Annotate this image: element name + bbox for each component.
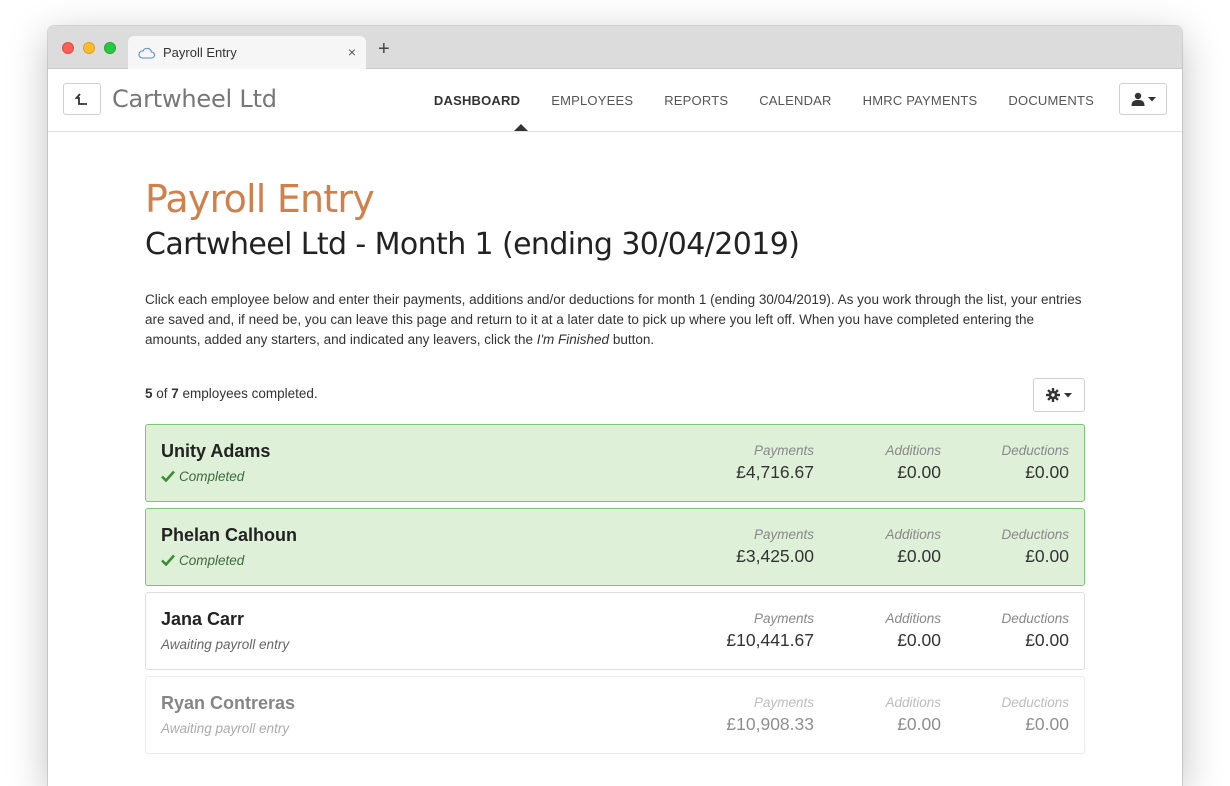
deductions-column: Deductions £0.00 — [1001, 443, 1069, 483]
additions-label: Additions — [885, 443, 941, 458]
back-button[interactable] — [63, 83, 101, 115]
employee-status: Completed — [161, 469, 244, 484]
additions-value: £0.00 — [897, 462, 941, 482]
additions-label: Additions — [885, 695, 941, 710]
browser-tab[interactable]: Payroll Entry × — [128, 36, 366, 69]
gear-icon — [1046, 388, 1060, 402]
main-nav: DASHBOARD EMPLOYEES REPORTS CALENDAR HMR… — [403, 69, 1094, 131]
check-icon — [161, 470, 175, 482]
page-title: Payroll Entry — [145, 177, 375, 221]
deductions-value: £0.00 — [1025, 546, 1069, 566]
employee-list: Unity Adams Completed Payments £4,716.67 … — [145, 424, 1085, 754]
employee-row[interactable]: Phelan Calhoun Completed Payments £3,425.… — [145, 508, 1085, 586]
payments-value: £3,425.00 — [736, 546, 814, 566]
employee-name: Ryan Contreras — [161, 693, 296, 713]
deductions-label: Deductions — [1001, 527, 1069, 542]
employee-status-text: Awaiting payroll entry — [161, 637, 290, 652]
employee-status: Completed — [161, 553, 244, 568]
payments-value: £10,441.67 — [726, 630, 814, 650]
payments-label: Payments — [753, 611, 814, 626]
additions-column: Additions £0.00 — [885, 695, 941, 735]
nav-dashboard[interactable]: DASHBOARD — [434, 93, 520, 108]
tab-title: Payroll Entry — [163, 45, 237, 60]
additions-value: £0.00 — [897, 714, 941, 734]
total-count: 7 — [171, 386, 179, 401]
employee-row[interactable]: Jana Carr Awaiting payroll entry Payment… — [145, 592, 1085, 670]
user-icon — [1131, 92, 1144, 106]
of-text: of — [152, 386, 172, 401]
chevron-down-icon — [1147, 96, 1156, 101]
nav-employees[interactable]: EMPLOYEES — [551, 93, 633, 108]
intro-text-end: button. — [609, 332, 655, 347]
payments-value: £10,908.33 — [726, 714, 814, 734]
check-icon — [161, 554, 175, 566]
upload-back-icon — [75, 93, 87, 105]
payments-label: Payments — [753, 695, 814, 710]
deductions-label: Deductions — [1001, 611, 1069, 626]
additions-label: Additions — [885, 527, 941, 542]
payments-label: Payments — [753, 527, 814, 542]
active-nav-indicator — [514, 124, 528, 131]
progress-row: 5 of 7 employees completed. — [145, 378, 1085, 412]
browser-window: Payroll Entry × + Cartwheel Ltd DASHBOAR… — [48, 26, 1182, 786]
deductions-value: £0.00 — [1025, 714, 1069, 734]
additions-column: Additions £0.00 — [885, 611, 941, 651]
main-content: Payroll Entry Cartwheel Ltd - Month 1 (e… — [145, 157, 1085, 760]
deductions-value: £0.00 — [1025, 462, 1069, 482]
deductions-column: Deductions £0.00 — [1001, 527, 1069, 567]
employee-name: Unity Adams — [161, 441, 271, 461]
additions-column: Additions £0.00 — [885, 443, 941, 483]
settings-dropdown-button[interactable] — [1033, 378, 1085, 412]
payments-value: £4,716.67 — [736, 462, 814, 482]
app-header: Cartwheel Ltd DASHBOARD EMPLOYEES REPORT… — [48, 69, 1182, 132]
employee-status-text: Completed — [179, 553, 245, 568]
tab-close-icon[interactable]: × — [348, 44, 356, 60]
browser-tab-bar: Payroll Entry × + — [48, 26, 1182, 69]
completion-status: 5 of 7 employees completed. — [145, 386, 318, 401]
deductions-label: Deductions — [1001, 443, 1069, 458]
additions-column: Additions £0.00 — [885, 527, 941, 567]
employee-name: Phelan Calhoun — [161, 525, 298, 545]
payments-column: Payments £10,908.33 — [726, 695, 814, 735]
completed-count: 5 — [145, 386, 153, 401]
cloud-icon — [138, 47, 155, 59]
minimize-window-button[interactable] — [83, 42, 95, 54]
company-name[interactable]: Cartwheel Ltd — [112, 85, 277, 113]
window-controls — [62, 42, 116, 54]
intro-finished-emphasis: I'm Finished — [536, 332, 610, 347]
payments-column: Payments £4,716.67 — [736, 443, 814, 483]
employee-row[interactable]: Ryan Contreras Awaiting payroll entry Pa… — [145, 676, 1085, 754]
page-subtitle: Cartwheel Ltd - Month 1 (ending 30/04/20… — [145, 227, 800, 262]
additions-value: £0.00 — [897, 630, 941, 650]
close-window-button[interactable] — [62, 42, 74, 54]
additions-label: Additions — [885, 611, 941, 626]
payments-column: Payments £3,425.00 — [736, 527, 814, 567]
nav-documents[interactable]: DOCUMENTS — [1008, 93, 1094, 108]
maximize-window-button[interactable] — [104, 42, 116, 54]
deductions-column: Deductions £0.00 — [1001, 695, 1069, 735]
deductions-label: Deductions — [1001, 695, 1069, 710]
nav-hmrc-payments[interactable]: HMRC PAYMENTS — [863, 93, 978, 108]
additions-value: £0.00 — [897, 546, 941, 566]
employee-status-text: Awaiting payroll entry — [161, 721, 290, 736]
payments-column: Payments £10,441.67 — [726, 611, 814, 651]
nav-reports[interactable]: REPORTS — [664, 93, 728, 108]
new-tab-button[interactable]: + — [378, 39, 390, 59]
employee-row[interactable]: Unity Adams Completed Payments £4,716.67 … — [145, 424, 1085, 502]
chevron-down-icon — [1064, 392, 1072, 397]
payments-label: Payments — [753, 443, 814, 458]
nav-calendar[interactable]: CALENDAR — [759, 93, 831, 108]
employee-name: Jana Carr — [161, 609, 245, 629]
deductions-value: £0.00 — [1025, 630, 1069, 650]
completed-suffix: employees completed. — [178, 386, 318, 401]
user-menu-button[interactable] — [1119, 83, 1167, 115]
employee-status-text: Completed — [179, 469, 245, 484]
deductions-column: Deductions £0.00 — [1001, 611, 1069, 651]
intro-paragraph: Click each employee below and enter thei… — [145, 290, 1085, 350]
